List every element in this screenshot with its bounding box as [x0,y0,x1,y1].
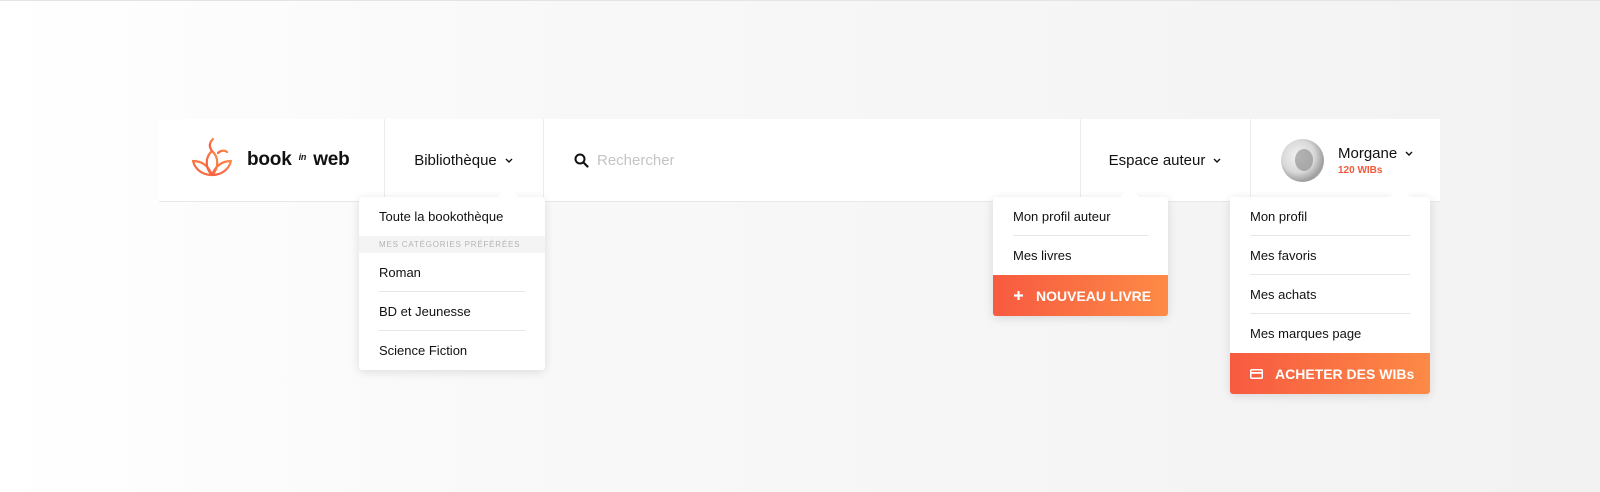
menu-item-category[interactable]: Roman [359,253,545,292]
user-wibs-balance: 120 WIBs [1338,164,1383,176]
search-input[interactable]: Rechercher [597,152,675,169]
menu-item-author-profile[interactable]: Mon profil auteur [993,197,1168,236]
author-menu-toggle[interactable]: Espace auteur [1080,119,1250,201]
credit-card-icon [1250,368,1263,379]
new-book-button[interactable]: NOUVEAU LIVRE [993,275,1168,316]
chevron-down-icon [505,158,513,163]
chevron-down-icon [1405,151,1413,156]
user-menu-toggle[interactable]: Morgane 120 WIBs [1250,119,1440,201]
author-dropdown: Mon profil auteur Mes livres NOUVEAU LIV… [993,187,1168,316]
buy-wibs-label: ACHETER DES WIBs [1275,365,1415,382]
menu-item-my-books[interactable]: Mes livres [993,236,1168,275]
menu-item-profile[interactable]: Mon profil [1230,197,1430,236]
chevron-down-icon [1213,158,1221,163]
top-divider [0,0,1600,1]
main-navbar: book in web Bibliothèque Rechercher Espa… [159,119,1440,202]
brand-name-right: web [313,149,350,170]
menu-item-bookmarks[interactable]: Mes marques page [1230,314,1430,353]
search-bar[interactable]: Rechercher [544,119,1080,201]
buy-wibs-button[interactable]: ACHETER DES WIBs [1230,353,1430,394]
brand-logo[interactable]: book in web [159,119,385,201]
user-name: Morgane [1338,144,1398,162]
menu-item-all-library[interactable]: Toute la bookothèque [359,197,545,236]
user-dropdown: Mon profil Mes favoris Mes achats Mes ma… [1230,187,1430,394]
brand-name-mid: in [298,152,307,162]
leaf-logo-icon [189,135,235,186]
menu-item-category[interactable]: BD et Jeunesse [359,292,545,331]
menu-item-favorites[interactable]: Mes favoris [1230,236,1430,275]
library-menu-toggle[interactable]: Bibliothèque [385,119,544,201]
brand-name-left: book [247,149,292,170]
library-dropdown: Toute la bookothèque MES CATÉGORIES PRÉF… [359,187,545,370]
user-info: Morgane 120 WIBs [1338,145,1414,176]
author-menu-label: Espace auteur [1108,151,1206,169]
favorite-categories-heading: MES CATÉGORIES PRÉFÉRÉES [359,236,545,253]
search-icon [574,153,589,168]
menu-item-purchases[interactable]: Mes achats [1230,275,1430,314]
brand-wordmark: book in web [247,149,350,171]
menu-item-category[interactable]: Science Fiction [359,331,545,370]
new-book-label: NOUVEAU LIVRE [1036,287,1152,304]
avatar [1281,138,1324,182]
plus-icon [1013,290,1024,301]
library-menu-label: Bibliothèque [414,151,497,169]
